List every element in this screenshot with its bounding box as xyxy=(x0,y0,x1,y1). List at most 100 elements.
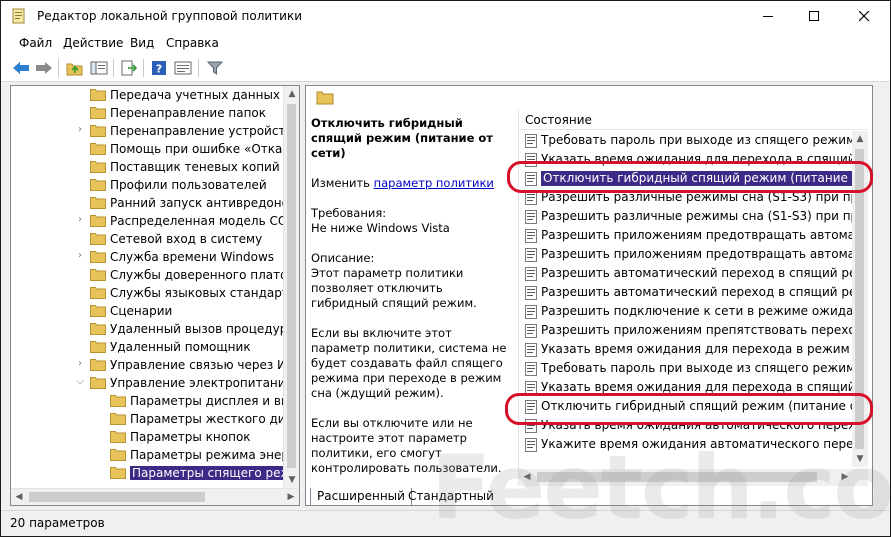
filter-button[interactable] xyxy=(205,58,225,78)
chevron-right-icon[interactable]: › xyxy=(75,124,85,136)
list-item-label: Указать время ожидания для перехода в ре… xyxy=(541,342,868,356)
tree-item[interactable]: Параметры режима энерго xyxy=(11,446,285,464)
disabled-description: Если вы отключите или не настроите этот … xyxy=(311,416,502,475)
tree-item[interactable]: Параметры жесткого диска xyxy=(11,410,285,428)
tree-item[interactable]: Службы языковых стандартов xyxy=(11,284,285,302)
list-item[interactable]: Разрешить автоматический переход в спящи… xyxy=(519,264,868,283)
up-folder-button[interactable] xyxy=(65,58,85,78)
tree-rows: Передача учетных данных Перенаправление п… xyxy=(11,86,285,486)
tree-item[interactable]: Поставщик теневых копий фай xyxy=(11,158,285,176)
folder-icon xyxy=(90,142,106,155)
list-item[interactable]: Требовать пароль при выходе из спящего р… xyxy=(519,131,868,150)
tree-item[interactable]: › Перенаправление устройств xyxy=(11,122,285,140)
scroll-left-icon[interactable]: ◀ xyxy=(519,469,535,485)
minimize-button[interactable] xyxy=(745,1,791,32)
column-header-state[interactable]: Состояние xyxy=(519,110,868,130)
list-item-label: Укажите время ожидания автоматического п… xyxy=(541,437,868,451)
folder-icon xyxy=(90,286,106,299)
tree-vertical-scrollbar[interactable]: ▲ ▼ xyxy=(283,86,299,488)
tree-item[interactable]: Помощь при ошибке «Отказан xyxy=(11,140,285,158)
details-header xyxy=(306,86,516,110)
tree-item-label: Профили пользователей xyxy=(110,178,267,192)
tree-item[interactable]: Ранний запуск антивредоносно xyxy=(11,194,285,212)
chevron-right-icon[interactable]: › xyxy=(75,358,85,370)
scroll-right-icon[interactable]: ▶ xyxy=(837,469,853,485)
scroll-right-icon[interactable]: ▶ xyxy=(283,489,299,505)
list-item[interactable]: Разрешить приложениям предотвращать авто… xyxy=(519,245,868,264)
help-button[interactable]: ? xyxy=(149,58,169,78)
tree-item[interactable]: Удаленный вызов процедур xyxy=(11,320,285,338)
tree-scroll-thumb[interactable] xyxy=(287,104,296,468)
list-horizontal-scrollbar[interactable]: ◀ ▶ xyxy=(519,469,868,486)
tree-item-label: Распределенная модель COM xyxy=(110,214,285,228)
chevron-down-icon[interactable]: ⌵ xyxy=(75,376,85,388)
tree-item[interactable]: › Распределенная модель COM xyxy=(11,212,285,230)
list-item[interactable]: Разрешить различные режимы сна (S1-S3) п… xyxy=(519,207,868,226)
title-bar[interactable]: Редактор локальной групповой политики xyxy=(1,1,890,32)
tree-item[interactable]: Сценарии xyxy=(11,302,285,320)
chevron-right-icon[interactable]: › xyxy=(75,214,85,226)
menu-action[interactable]: Действие xyxy=(63,36,123,50)
menu-view[interactable]: Вид xyxy=(130,36,154,50)
tree-item[interactable]: Параметры кнопок xyxy=(11,428,285,446)
chevron-right-icon[interactable]: › xyxy=(75,250,85,262)
close-button[interactable] xyxy=(839,1,890,32)
tree-item[interactable]: Перенаправление папок xyxy=(11,104,285,122)
tree-item[interactable]: ⌵ Управление электропитанием xyxy=(11,374,285,392)
tree-item[interactable]: › Управление связью через Инте xyxy=(11,356,285,374)
edit-policy-link[interactable]: параметр политики xyxy=(374,176,494,190)
status-bar: 20 параметров xyxy=(1,510,890,536)
description: Описание: Этот параметр политики позволяе… xyxy=(311,251,477,310)
list-item-label: Разрешить приложениям предотвращать авто… xyxy=(541,247,868,261)
maximize-button[interactable] xyxy=(791,1,837,32)
policy-setting-icon xyxy=(525,191,537,205)
list-item[interactable]: Указать время ожидания для перехода в ре… xyxy=(519,340,868,359)
scroll-up-icon[interactable]: ▲ xyxy=(852,131,868,147)
tree-item[interactable]: Профили пользователей xyxy=(11,176,285,194)
list-item[interactable]: Разрешить приложениям предотвращать авто… xyxy=(519,226,868,245)
toolbar-separator xyxy=(58,59,59,77)
forward-icon xyxy=(36,62,52,74)
list-item[interactable]: Укажите время ожидания автоматического п… xyxy=(519,435,868,454)
tab-extended[interactable]: Расширенный xyxy=(310,488,412,506)
highlight-ring-ac xyxy=(507,161,873,193)
tree-horizontal-scrollbar[interactable]: ◀ ▶ xyxy=(11,488,299,505)
menu-help[interactable]: Справка xyxy=(166,36,219,50)
list-item[interactable]: Разрешить приложениям препятствовать пер… xyxy=(519,321,868,340)
tree-item[interactable]: Параметры спящего режим xyxy=(11,464,285,482)
show-tree-button[interactable] xyxy=(89,58,109,78)
folder-icon xyxy=(110,466,126,479)
properties-button[interactable] xyxy=(173,58,193,78)
toolbar-separator xyxy=(113,59,114,77)
tree-item[interactable]: › Служба времени Windows xyxy=(11,248,285,266)
tree-item-label: Сценарии xyxy=(110,304,173,318)
scroll-left-icon[interactable]: ◀ xyxy=(11,489,27,505)
menu-file[interactable]: Файл xyxy=(19,36,52,50)
tree-item-label: Удаленный вызов процедур xyxy=(110,322,285,336)
tree-item[interactable]: Передача учетных данных xyxy=(11,86,285,104)
tree-hscroll-thumb[interactable] xyxy=(29,492,205,502)
tab-standard[interactable]: Стандартный xyxy=(402,488,500,506)
tree-pane[interactable]: Передача учетных данных Перенаправление п… xyxy=(10,85,300,506)
list-item[interactable]: Разрешить подключение к сети в режиме ож… xyxy=(519,302,868,321)
list-hscroll-thumb[interactable] xyxy=(537,472,817,482)
export-button[interactable] xyxy=(119,58,139,78)
minimize-icon xyxy=(762,16,773,17)
scroll-up-icon[interactable]: ▲ xyxy=(284,86,299,102)
tree-item[interactable]: Службы доверенного платфор xyxy=(11,266,285,284)
scroll-down-icon[interactable]: ▼ xyxy=(284,472,299,488)
list-item[interactable]: Требовать пароль при выходе из спящего р… xyxy=(519,359,868,378)
list-item-label: Требовать пароль при выходе из спящего р… xyxy=(541,361,868,375)
list-item[interactable]: Разрешить автоматический переход в спящи… xyxy=(519,283,868,302)
scroll-down-icon[interactable]: ▼ xyxy=(852,451,868,467)
forward-button[interactable] xyxy=(34,58,54,78)
back-button[interactable] xyxy=(11,58,31,78)
status-text: 20 параметров xyxy=(10,516,105,530)
policy-setting-icon xyxy=(525,134,537,148)
tree-item[interactable]: Параметры дисплея и виде xyxy=(11,392,285,410)
maximize-icon xyxy=(808,11,819,21)
policy-setting-icon xyxy=(525,210,537,224)
tree-item[interactable]: Сетевой вход в систему xyxy=(11,230,285,248)
tree-item[interactable]: Удаленный помощник xyxy=(11,338,285,356)
